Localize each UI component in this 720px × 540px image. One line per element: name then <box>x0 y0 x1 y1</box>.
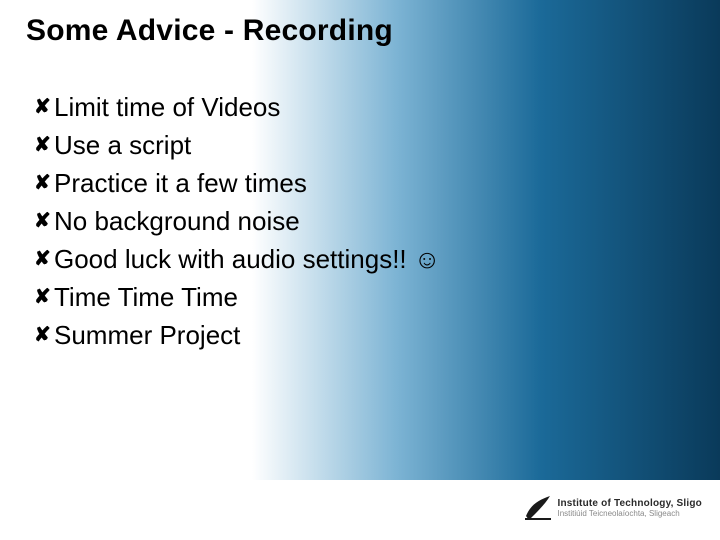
list-item: ✘ Summer Project <box>34 318 440 352</box>
list-item: ✘ Practice it a few times <box>34 166 440 200</box>
bullet-text: Use a script <box>54 128 191 162</box>
bullet-text: Summer Project <box>54 318 240 352</box>
x-bullet-icon: ✘ <box>34 128 52 162</box>
list-item: ✘ No background noise <box>34 204 440 238</box>
org-name-en: Institute of Technology, Sligo <box>557 498 702 509</box>
swoosh-icon <box>525 494 551 522</box>
footer-logo: Institute of Technology, Sligo Institiúi… <box>525 494 702 522</box>
list-item: ✘ Limit time of Videos <box>34 90 440 124</box>
x-bullet-icon: ✘ <box>34 280 52 314</box>
x-bullet-icon: ✘ <box>34 204 52 238</box>
slide-body: Some Advice - Recording ✘ Limit time of … <box>0 0 720 480</box>
slide: Some Advice - Recording ✘ Limit time of … <box>0 0 720 540</box>
x-bullet-icon: ✘ <box>34 166 52 200</box>
x-bullet-icon: ✘ <box>34 318 52 352</box>
bullet-text: Limit time of Videos <box>54 90 280 124</box>
slide-title: Some Advice - Recording <box>26 14 393 48</box>
footer-text: Institute of Technology, Sligo Institiúi… <box>557 498 702 519</box>
x-bullet-icon: ✘ <box>34 90 52 124</box>
list-item: ✘ Good luck with audio settings!! ☺ <box>34 242 440 276</box>
bullet-text: Time Time Time <box>54 280 238 314</box>
org-name-ga: Institiúid Teicneolaíochta, Sligeach <box>557 510 702 519</box>
list-item: ✘ Use a script <box>34 128 440 162</box>
x-bullet-icon: ✘ <box>34 242 52 276</box>
bullet-text: Good luck with audio settings!! ☺ <box>54 242 440 276</box>
bullet-text: Practice it a few times <box>54 166 307 200</box>
bullet-list: ✘ Limit time of Videos ✘ Use a script ✘ … <box>34 90 440 356</box>
bullet-text: No background noise <box>54 204 300 238</box>
list-item: ✘ Time Time Time <box>34 280 440 314</box>
